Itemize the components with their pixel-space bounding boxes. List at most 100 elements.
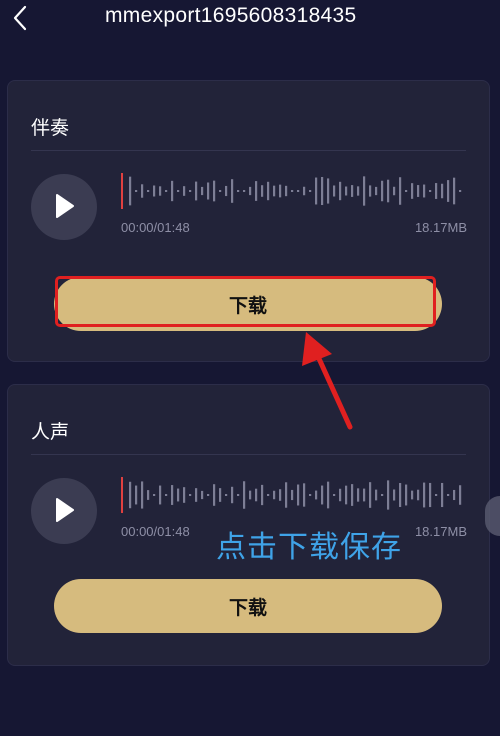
waveform-bar — [237, 190, 240, 192]
waveform-bar — [417, 489, 420, 501]
waveform-bar — [213, 484, 216, 506]
waveform-bar — [393, 489, 396, 501]
waveform-bar — [189, 190, 192, 192]
waveform-bar — [423, 482, 426, 508]
waveform-bar — [411, 490, 414, 500]
waveform-bar — [183, 487, 186, 503]
waveform-bar — [261, 484, 264, 506]
waveform-bar — [213, 180, 216, 202]
waveform-bar — [441, 183, 444, 199]
waveform-bar — [141, 184, 144, 198]
waveform-bar — [435, 494, 438, 496]
waveform-bar — [321, 485, 324, 505]
waveform-bar — [159, 485, 162, 505]
file-size: 18.17MB — [414, 524, 467, 539]
playhead-cursor — [121, 173, 123, 209]
waveform-bar — [405, 484, 408, 506]
waveform-bar — [267, 494, 270, 496]
waveform-bar — [243, 481, 246, 509]
play-button[interactable] — [31, 174, 97, 240]
waveform-bar — [177, 190, 180, 192]
waveform-bar — [447, 494, 450, 496]
waveform-bar — [165, 190, 168, 192]
waveform[interactable] — [121, 173, 466, 209]
red-arrow-icon — [302, 332, 353, 430]
side-scroll-handle[interactable] — [485, 496, 500, 536]
waveform-bar — [411, 183, 414, 199]
waveform-bar — [399, 483, 402, 507]
waveform-bar — [195, 181, 198, 201]
waveform-bar — [219, 190, 222, 192]
track-title: 人声 — [31, 421, 70, 443]
waveform-bar — [273, 490, 276, 500]
waveform-bar — [231, 179, 234, 203]
waveform-bar — [171, 180, 174, 202]
waveform-bar — [309, 190, 312, 192]
waveform-bar — [405, 190, 408, 192]
waveform-bar — [303, 483, 306, 507]
waveform-bar — [255, 181, 258, 201]
waveform-bar — [207, 494, 210, 496]
waveform-bar — [435, 183, 438, 199]
waveform-bar — [381, 494, 384, 496]
waveform-bar — [351, 185, 354, 197]
waveform-bar — [261, 185, 264, 197]
waveform-bar — [279, 489, 282, 501]
waveform-bar — [297, 484, 300, 506]
waveform-bar — [423, 184, 426, 198]
waveform-bar — [171, 485, 174, 505]
waveform-bar — [201, 186, 204, 196]
waveform-bar — [231, 486, 234, 504]
playhead-cursor — [121, 477, 123, 513]
waveform-bar — [267, 181, 270, 201]
waveform-bar — [429, 190, 432, 192]
waveform-bar — [357, 186, 360, 196]
waveform[interactable] — [121, 477, 466, 513]
playback-time: 00:00/01:48 — [121, 524, 190, 539]
waveform-bar — [369, 185, 372, 197]
waveform-bar — [279, 184, 282, 198]
divider — [31, 454, 466, 455]
waveform-bar — [459, 190, 462, 192]
waveform-bar — [285, 482, 288, 508]
waveform-bar — [273, 185, 276, 197]
play-button[interactable] — [31, 478, 97, 544]
waveform-bar — [135, 485, 138, 505]
download-button[interactable]: 下载 — [54, 579, 442, 633]
annotation-caption: 点击下载保存 — [216, 530, 402, 565]
waveform-bar — [225, 494, 228, 496]
waveform-bar — [399, 177, 402, 205]
waveform-bar — [183, 186, 186, 196]
waveform-bar — [141, 481, 144, 509]
waveform-bar — [333, 185, 336, 197]
waveform-bar — [195, 488, 198, 502]
waveform-bar — [375, 489, 378, 501]
waveform-bar — [207, 182, 210, 200]
waveform-bar — [225, 185, 228, 197]
waveform-bar — [291, 190, 294, 192]
waveform-bar — [429, 482, 432, 508]
waveform-bar — [147, 190, 150, 192]
page-title: mmexport1695608318435 — [105, 4, 357, 27]
waveform-bar — [129, 481, 132, 509]
play-icon — [56, 194, 74, 218]
waveform-bar — [159, 186, 162, 196]
track-card-accompaniment: 伴奏 00:00/01:48 18.17MB 下载 — [7, 80, 490, 362]
waveform-bar — [291, 489, 294, 501]
waveform-bar — [453, 489, 456, 501]
back-arrow-icon[interactable] — [10, 4, 30, 32]
waveform-bar — [303, 186, 306, 196]
waveform-bar — [255, 488, 258, 502]
waveform-bar — [375, 186, 378, 196]
waveform-bar — [441, 482, 444, 508]
divider — [31, 150, 466, 151]
download-button[interactable]: 下载 — [54, 277, 442, 331]
top-bar: mmexport1695608318435 — [0, 0, 500, 40]
waveform-bar — [345, 485, 348, 505]
waveform-bar — [345, 186, 348, 196]
waveform-bar — [315, 177, 318, 205]
waveform-bar — [393, 186, 396, 196]
waveform-bar — [339, 181, 342, 201]
waveform-bar — [153, 494, 156, 496]
file-size: 18.17MB — [414, 220, 467, 235]
